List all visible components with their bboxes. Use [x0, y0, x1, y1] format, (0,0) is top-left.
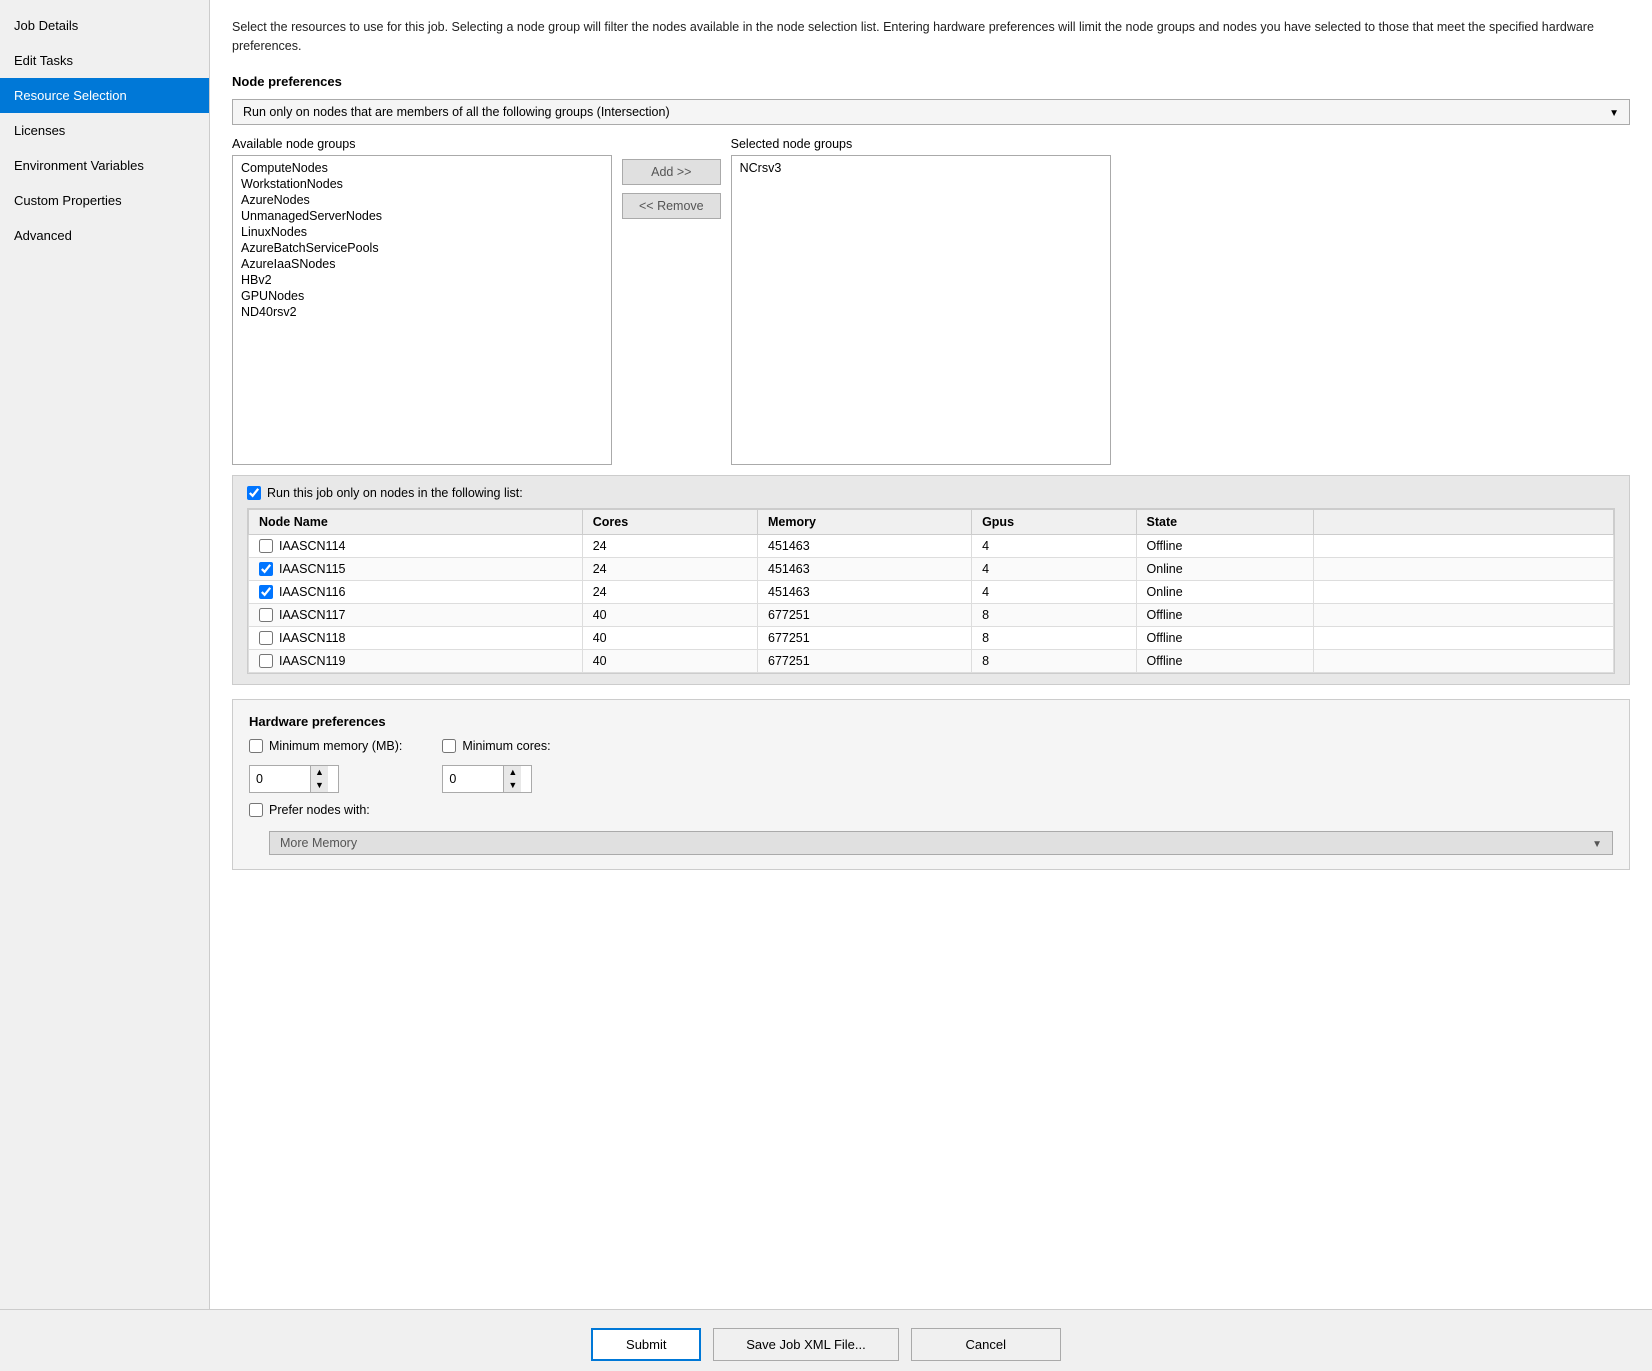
sidebar-item-advanced[interactable]: Advanced	[0, 218, 209, 253]
prefer-dropdown-chevron-icon	[1592, 836, 1602, 850]
prefer-nodes-row: Prefer nodes with:	[249, 803, 1613, 825]
prefer-nodes-checkbox[interactable]	[249, 803, 263, 817]
sidebar-item-environment-variables[interactable]: Environment Variables	[0, 148, 209, 183]
min-memory-col: Minimum memory (MB): ▲ ▼	[249, 739, 402, 793]
min-cores-up[interactable]: ▲	[504, 766, 521, 779]
node-groups-area: Available node groups ComputeNodesWorkst…	[232, 137, 1630, 465]
min-memory-down[interactable]: ▼	[311, 779, 328, 792]
selected-node-groups-col: Selected node groups NCrsv3	[731, 137, 1111, 465]
sidebar-item-job-details[interactable]: Job Details	[0, 8, 209, 43]
description-text: Select the resources to use for this job…	[232, 18, 1630, 56]
min-cores-input[interactable]	[443, 769, 503, 789]
sidebar-item-edit-tasks[interactable]: Edit Tasks	[0, 43, 209, 78]
list-item[interactable]: WorkstationNodes	[239, 176, 605, 192]
list-item[interactable]: ComputeNodes	[239, 160, 605, 176]
list-item[interactable]: LinuxNodes	[239, 224, 605, 240]
dropdown-chevron-icon	[1609, 105, 1619, 119]
min-memory-label[interactable]: Minimum memory (MB):	[249, 739, 402, 753]
cancel-button[interactable]: Cancel	[911, 1328, 1061, 1361]
hw-prefs-title: Hardware preferences	[249, 714, 1613, 729]
sidebar-item-resource-selection[interactable]: Resource Selection	[0, 78, 209, 113]
main-panel: Select the resources to use for this job…	[210, 0, 1652, 1309]
min-cores-arrows: ▲ ▼	[503, 766, 521, 792]
row-checkbox[interactable]	[259, 631, 273, 645]
min-cores-spinbox[interactable]: ▲ ▼	[442, 765, 532, 793]
list-item[interactable]: AzureNodes	[239, 192, 605, 208]
available-node-groups-list[interactable]: ComputeNodesWorkstationNodesAzureNodesUn…	[232, 155, 612, 465]
submit-button[interactable]: Submit	[591, 1328, 701, 1361]
min-memory-checkbox[interactable]	[249, 739, 263, 753]
run-following-section: Run this job only on nodes in the follow…	[232, 475, 1630, 685]
selected-node-groups-list[interactable]: NCrsv3	[731, 155, 1111, 465]
prefer-nodes-label[interactable]: Prefer nodes with:	[249, 803, 370, 817]
run-following-checkbox-label[interactable]: Run this job only on nodes in the follow…	[247, 486, 1615, 500]
row-checkbox[interactable]	[259, 539, 273, 553]
col-header-state: State	[1136, 509, 1313, 534]
add-remove-col: Add >> << Remove	[622, 137, 721, 219]
min-memory-spinbox[interactable]: ▲ ▼	[249, 765, 339, 793]
hw-row-1: Minimum memory (MB): ▲ ▼	[249, 739, 1613, 793]
min-memory-input[interactable]	[250, 769, 310, 789]
min-cores-label[interactable]: Minimum cores:	[442, 739, 550, 753]
save-xml-button[interactable]: Save Job XML File...	[713, 1328, 898, 1361]
row-checkbox[interactable]	[259, 608, 273, 622]
table-row[interactable]: IAASCN117406772518Offline	[249, 603, 1614, 626]
footer-buttons: Submit Save Job XML File... Cancel	[0, 1309, 1652, 1371]
run-following-label-text: Run this job only on nodes in the follow…	[267, 486, 523, 500]
sidebar-item-licenses[interactable]: Licenses	[0, 113, 209, 148]
col-header-name: Node Name	[249, 509, 583, 534]
col-header-gpus: Gpus	[972, 509, 1136, 534]
nodes-table: Node Name Cores Memory Gpus State IAASCN…	[248, 509, 1614, 673]
table-row[interactable]: IAASCN119406772518Offline	[249, 649, 1614, 672]
min-cores-checkbox[interactable]	[442, 739, 456, 753]
table-row[interactable]: IAASCN116244514634Online	[249, 580, 1614, 603]
min-cores-col: Minimum cores: ▲ ▼	[442, 739, 550, 793]
selected-col-label: Selected node groups	[731, 137, 1111, 151]
col-header-cores: Cores	[582, 509, 757, 534]
table-row[interactable]: IAASCN114244514634Offline	[249, 534, 1614, 557]
sidebar-item-custom-properties[interactable]: Custom Properties	[0, 183, 209, 218]
prefer-nodes-dropdown[interactable]: More Memory	[269, 831, 1613, 855]
col-header-memory: Memory	[758, 509, 972, 534]
list-item[interactable]: GPUNodes	[239, 288, 605, 304]
available-col-label: Available node groups	[232, 137, 612, 151]
sidebar: Job DetailsEdit TasksResource SelectionL…	[0, 0, 210, 1309]
main-content: Job DetailsEdit TasksResource SelectionL…	[0, 0, 1652, 1309]
hardware-preferences-section: Hardware preferences Minimum memory (MB)…	[232, 699, 1630, 870]
col-header-extra	[1314, 509, 1614, 534]
add-button[interactable]: Add >>	[622, 159, 721, 185]
list-item[interactable]: HBv2	[239, 272, 605, 288]
available-node-groups-col: Available node groups ComputeNodesWorkst…	[232, 137, 612, 465]
remove-button[interactable]: << Remove	[622, 193, 721, 219]
run-following-checkbox[interactable]	[247, 486, 261, 500]
min-memory-up[interactable]: ▲	[311, 766, 328, 779]
node-preferences-title: Node preferences	[232, 74, 1630, 89]
app-container: Job DetailsEdit TasksResource SelectionL…	[0, 0, 1652, 1371]
nodes-table-wrapper[interactable]: Node Name Cores Memory Gpus State IAASCN…	[247, 508, 1615, 674]
list-item[interactable]: UnmanagedServerNodes	[239, 208, 605, 224]
min-memory-arrows: ▲ ▼	[310, 766, 328, 792]
list-item[interactable]: ND40rsv2	[239, 304, 605, 320]
list-item[interactable]: AzureIaaSNodes	[239, 256, 605, 272]
table-row[interactable]: IAASCN115244514634Online	[249, 557, 1614, 580]
list-item[interactable]: NCrsv3	[738, 160, 1104, 176]
table-row[interactable]: IAASCN118406772518Offline	[249, 626, 1614, 649]
list-item[interactable]: AzureBatchServicePools	[239, 240, 605, 256]
min-cores-down[interactable]: ▼	[504, 779, 521, 792]
row-checkbox[interactable]	[259, 654, 273, 668]
row-checkbox[interactable]	[259, 585, 273, 599]
node-group-filter-dropdown[interactable]: Run only on nodes that are members of al…	[232, 99, 1630, 125]
row-checkbox[interactable]	[259, 562, 273, 576]
